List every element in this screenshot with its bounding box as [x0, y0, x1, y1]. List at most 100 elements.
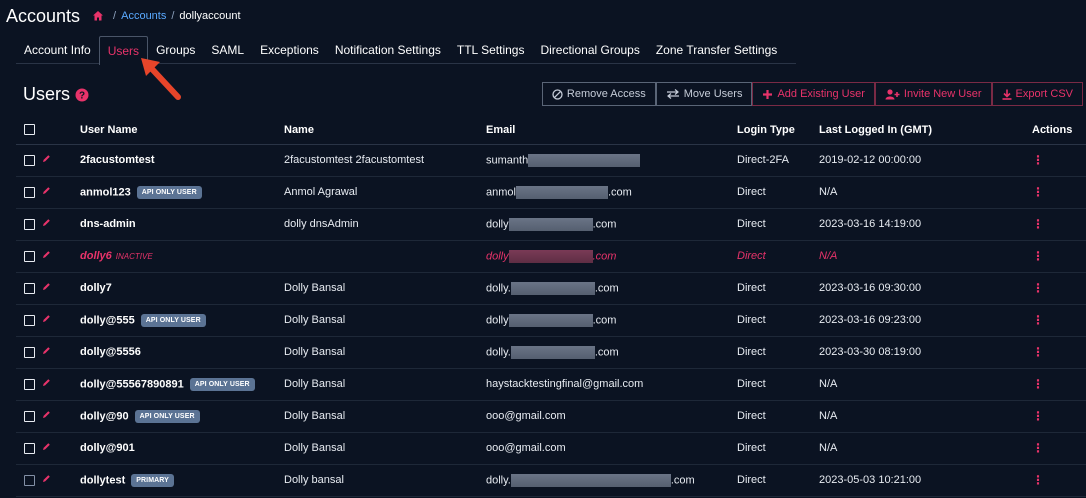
row-checkbox[interactable]	[24, 442, 35, 454]
column-header-last-logged-in[interactable]: Last Logged In (GMT)	[819, 116, 1022, 145]
user-role-badge: PRIMARY	[131, 473, 174, 487]
row-checkbox[interactable]	[24, 474, 35, 486]
login-type-cell: Direct	[737, 400, 819, 433]
table-row[interactable]: dolly@5556 Dolly Bansal dolly. .com Direct 20…	[16, 336, 1086, 369]
table-row[interactable]: dolly@55567890891 API ONLY USER Dolly Bans…	[16, 368, 1086, 401]
tab-exceptions[interactable]: Exceptions	[252, 36, 327, 63]
row-select-cell	[16, 432, 42, 465]
redacted-block	[508, 249, 593, 263]
row-checkbox[interactable]	[24, 218, 35, 230]
kebab-menu-icon[interactable]: ⋮	[1032, 409, 1044, 423]
login-type-cell: Direct	[737, 304, 819, 337]
kebab-menu-icon[interactable]: ⋮	[1032, 153, 1044, 167]
kebab-menu-icon[interactable]: ⋮	[1032, 217, 1044, 231]
breadcrumb-accounts-link[interactable]: Accounts	[121, 10, 166, 22]
pencil-icon[interactable]	[42, 282, 51, 291]
table-row[interactable]: dolly@901 Dolly Bansal ooo@gmail.com Direct…	[16, 432, 1086, 465]
pencil-icon[interactable]	[42, 442, 51, 451]
email-cell: ooo@gmail.com	[486, 400, 737, 433]
export-csv-button[interactable]: Export CSV	[991, 82, 1083, 106]
row-checkbox[interactable]	[24, 378, 35, 390]
login-type-cell: Direct	[737, 368, 819, 401]
redacted-block	[508, 217, 593, 231]
move-users-button[interactable]: Move Users	[655, 82, 753, 106]
tab-directional-groups[interactable]: Directional Groups	[532, 36, 647, 63]
table-row[interactable]: anmol123 API ONLY USER Anmol Agrawal anmol.…	[16, 176, 1086, 209]
swap-arrows-icon	[666, 89, 679, 99]
row-edit-cell	[42, 432, 80, 465]
row-select-cell	[16, 176, 42, 209]
row-checkbox[interactable]	[24, 186, 35, 198]
username-cell: dollytest PRIMARY	[80, 464, 284, 497]
breadcrumb-separator: /	[113, 10, 117, 22]
kebab-menu-icon[interactable]: ⋮	[1032, 345, 1044, 359]
column-header-username[interactable]: User Name	[80, 116, 284, 145]
row-select-cell	[16, 464, 42, 497]
username: dolly@55567890891	[80, 377, 184, 390]
email-cell: dolly. .com	[486, 336, 737, 369]
row-checkbox[interactable]	[24, 282, 35, 294]
row-checkbox[interactable]	[24, 314, 35, 326]
pencil-icon[interactable]	[42, 474, 51, 483]
row-actions-cell: ⋮	[1022, 176, 1086, 209]
table-row[interactable]: dollytest PRIMARY Dolly bansal dolly. .com Di…	[16, 464, 1086, 497]
row-select-cell	[16, 208, 42, 241]
table-row[interactable]: dolly6 INACTIVE dolly .com Direct N/A ⋮	[16, 240, 1086, 273]
tab-bar: Account Info Users Groups SAML Exception…	[16, 36, 796, 65]
add-existing-user-button[interactable]: Add Existing User	[752, 82, 875, 106]
column-header-email[interactable]: Email	[486, 116, 737, 145]
remove-access-button[interactable]: Remove Access	[541, 82, 656, 106]
email-cell: dolly .com	[486, 304, 737, 337]
pencil-icon[interactable]	[42, 410, 51, 419]
tab-groups[interactable]: Groups	[148, 36, 203, 63]
kebab-menu-icon[interactable]: ⋮	[1032, 473, 1044, 487]
home-icon[interactable]	[92, 10, 104, 22]
pencil-icon[interactable]	[42, 186, 51, 195]
last-login-cell: 2023-03-16 09:23:00	[819, 304, 1022, 337]
tab-users[interactable]: Users	[98, 36, 149, 65]
kebab-menu-icon[interactable]: ⋮	[1032, 281, 1044, 295]
pencil-icon[interactable]	[42, 314, 51, 323]
pencil-icon[interactable]	[42, 154, 51, 163]
row-checkbox[interactable]	[24, 154, 35, 166]
last-login-cell: 2023-03-16 14:19:00	[819, 208, 1022, 241]
table-row[interactable]: dolly@90 API ONLY USER Dolly Bansal ooo@gma…	[16, 400, 1086, 433]
name-cell: Dolly Bansal	[284, 336, 486, 369]
table-row[interactable]: 2facustomtest 2facustomtest 2facustomtest…	[16, 144, 1086, 177]
section-title: Users ?	[23, 84, 89, 105]
kebab-menu-icon[interactable]: ⋮	[1032, 441, 1044, 455]
pencil-icon[interactable]	[42, 346, 51, 355]
row-checkbox[interactable]	[24, 250, 35, 262]
row-checkbox[interactable]	[24, 410, 35, 422]
column-header-name[interactable]: Name	[284, 116, 486, 145]
row-actions-cell: ⋮	[1022, 432, 1086, 465]
row-edit-cell	[42, 304, 80, 337]
tab-ttl-settings[interactable]: TTL Settings	[449, 36, 533, 63]
pencil-icon[interactable]	[42, 218, 51, 227]
row-checkbox[interactable]	[24, 346, 35, 358]
column-header-login-type[interactable]: Login Type	[737, 116, 819, 145]
page-title: Accounts	[6, 5, 81, 26]
help-circle-icon[interactable]: ?	[75, 88, 89, 102]
invite-new-user-button[interactable]: Invite New User	[874, 82, 992, 106]
row-actions-cell: ⋮	[1022, 208, 1086, 241]
table-row[interactable]: dolly7 Dolly Bansal dolly. .com Direct 2023-0…	[16, 272, 1086, 305]
pencil-icon[interactable]	[42, 250, 51, 259]
email-cell: dolly .com	[486, 208, 737, 241]
select-all-checkbox[interactable]	[24, 124, 35, 136]
kebab-menu-icon[interactable]: ⋮	[1032, 313, 1044, 327]
tab-zone-transfer-settings[interactable]: Zone Transfer Settings	[648, 36, 785, 63]
tab-notification-settings[interactable]: Notification Settings	[327, 36, 449, 63]
username: dolly@90	[80, 409, 129, 422]
table-row[interactable]: dns-admin dolly dnsAdmin dolly .com Direct 20…	[16, 208, 1086, 241]
username-cell: dolly7	[80, 272, 284, 305]
kebab-menu-icon[interactable]: ⋮	[1032, 185, 1044, 199]
tab-account-info[interactable]: Account Info	[16, 36, 99, 63]
kebab-menu-icon[interactable]: ⋮	[1032, 249, 1044, 263]
pencil-icon[interactable]	[42, 378, 51, 387]
tab-saml[interactable]: SAML	[203, 36, 252, 63]
redacted-block	[510, 473, 671, 487]
name-cell: Anmol Agrawal	[284, 176, 486, 209]
table-row[interactable]: dolly@555 API ONLY USER Dolly Bansal dolly.…	[16, 304, 1086, 337]
kebab-menu-icon[interactable]: ⋮	[1032, 377, 1044, 391]
